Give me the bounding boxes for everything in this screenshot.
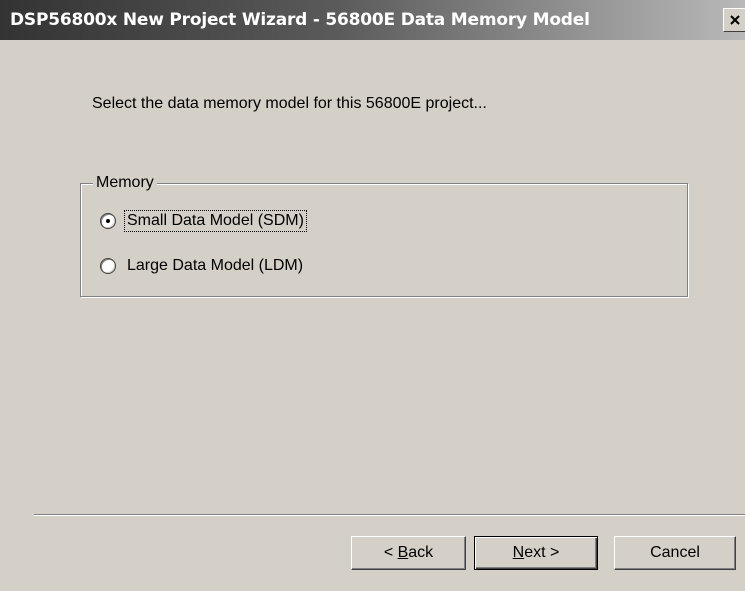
next-mnemonic: N [512,544,525,561]
next-button[interactable]: Next > [474,536,598,570]
radio-small-data-model[interactable]: Small Data Model (SDM) [100,210,307,232]
instruction-text: Select the data memory model for this 56… [92,95,487,112]
memory-group-label: Memory [93,174,157,192]
separator-line [34,514,745,516]
back-mnemonic: B [397,544,409,561]
next-rest: ext > [524,544,560,561]
back-rest: ack [408,544,434,561]
title-bar[interactable]: DSP56800x New Project Wizard - 56800E Da… [0,0,745,40]
back-button[interactable]: < Back [351,536,466,570]
radio-dot [106,219,110,223]
back-prefix: < [383,544,398,561]
cancel-label: Cancel [650,544,700,561]
window-title: DSP56800x New Project Wizard - 56800E Da… [10,10,590,30]
close-icon [730,15,740,25]
radio-large-data-model[interactable]: Large Data Model (LDM) [100,255,305,277]
cancel-button[interactable]: Cancel [614,536,736,570]
radio-label-sdm[interactable]: Small Data Model (SDM) [124,210,307,232]
close-button[interactable] [723,8,745,32]
radio-button-selected[interactable] [100,213,116,229]
radio-button-unselected[interactable] [100,258,116,274]
radio-label-ldm[interactable]: Large Data Model (LDM) [125,256,305,276]
memory-groupbox [80,183,688,297]
